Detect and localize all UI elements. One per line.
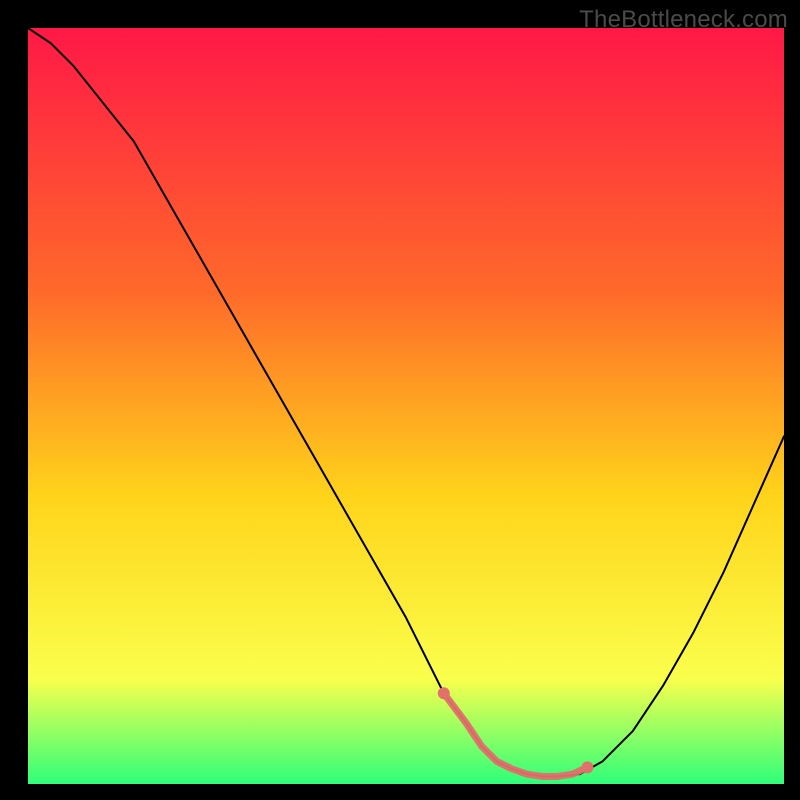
plot-area <box>28 28 784 784</box>
watermark-text: TheBottleneck.com <box>579 6 788 34</box>
highlight-dot <box>581 761 593 773</box>
chart-svg <box>28 28 784 784</box>
chart-container: TheBottleneck.com <box>0 0 800 800</box>
highlight-dot <box>438 687 450 699</box>
